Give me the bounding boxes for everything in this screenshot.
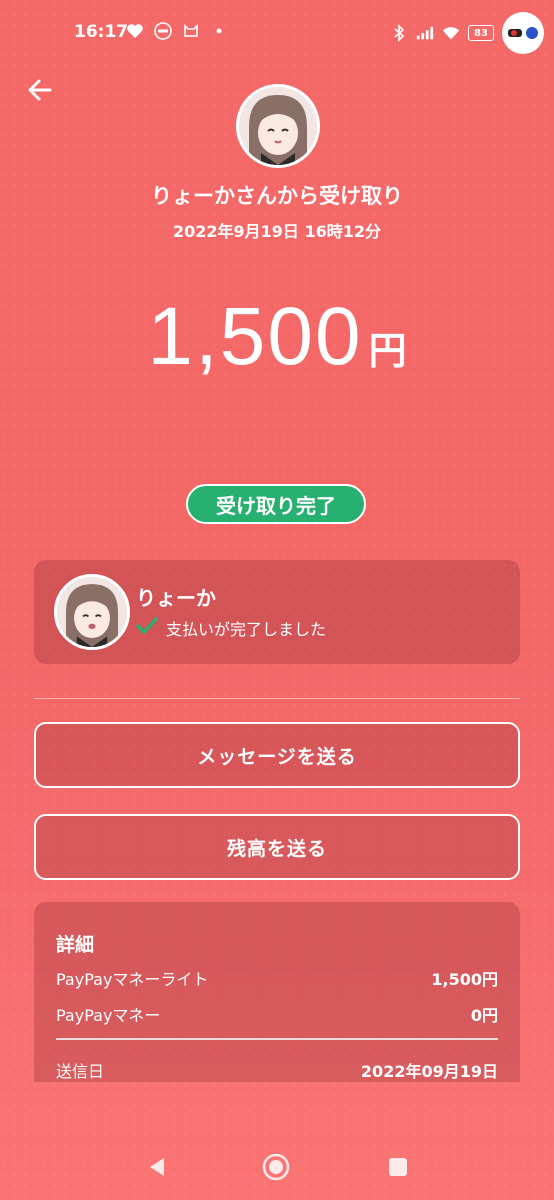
detail-label: 送信日 — [56, 1062, 105, 1081]
payment-status-text: 支払いが完了しました — [166, 620, 327, 639]
status-time: 16:17 — [74, 22, 129, 42]
detail-value: 1,500円 — [431, 970, 498, 989]
send-message-button[interactable]: メッセージを送る — [34, 722, 520, 788]
detail-row: 送信日 2022年09月19日 — [56, 1058, 498, 1082]
back-arrow-icon[interactable] — [24, 74, 56, 106]
send-balance-button[interactable]: 残高を送る — [34, 814, 520, 880]
amount-unit: 円 — [368, 329, 407, 373]
nav-home-icon[interactable] — [261, 1152, 291, 1182]
amount-value: 1,500 — [147, 291, 363, 382]
floating-app-icon[interactable] — [502, 12, 544, 54]
detail-label: PayPayマネー — [56, 1006, 161, 1025]
page-title: りょーかさんから受け取り — [151, 184, 403, 208]
signal-icon — [416, 24, 434, 42]
line-app-icon — [154, 22, 172, 40]
bluetooth-icon — [390, 24, 408, 42]
check-icon — [136, 617, 158, 639]
detail-label: PayPayマネーライト — [56, 970, 209, 989]
sender-card-avatar — [54, 574, 130, 650]
section-divider — [34, 698, 520, 699]
status-bar: 16:17 83 — [0, 0, 554, 66]
sender-avatar — [236, 84, 320, 168]
sender-card: りょーか 支払いが完了しました — [34, 560, 520, 664]
detail-row: PayPayマネー 0円 — [56, 1002, 498, 1026]
nav-recents-icon[interactable] — [383, 1152, 413, 1182]
amount: 1,500 円 — [0, 290, 554, 384]
detail-value: 2022年09月19日 — [360, 1062, 498, 1081]
system-nav-bar — [0, 1132, 554, 1200]
details-card: 詳細 PayPayマネーライト 1,500円 PayPayマネー 0円 送信日 … — [34, 902, 520, 1082]
notification-icons — [126, 22, 228, 40]
dot-icon — [210, 22, 228, 40]
transaction-datetime: 2022年9月19日 16時12分 — [172, 222, 382, 241]
battery-indicator: 83 — [468, 25, 494, 41]
heart-icon — [126, 22, 144, 40]
detail-value: 0円 — [470, 1006, 498, 1025]
status-badge: 受け取り完了 — [186, 484, 366, 524]
details-title: 詳細 — [56, 934, 95, 956]
detail-row: PayPayマネーライト 1,500円 — [56, 966, 498, 990]
wifi-icon — [442, 24, 460, 42]
payment-status: 支払いが完了しました — [136, 616, 326, 640]
details-divider — [56, 1038, 498, 1040]
status-right-icons: 83 — [390, 12, 544, 54]
sender-name: りょーか — [136, 586, 216, 610]
cat-app-icon — [182, 22, 200, 40]
nav-back-icon[interactable] — [142, 1152, 172, 1182]
